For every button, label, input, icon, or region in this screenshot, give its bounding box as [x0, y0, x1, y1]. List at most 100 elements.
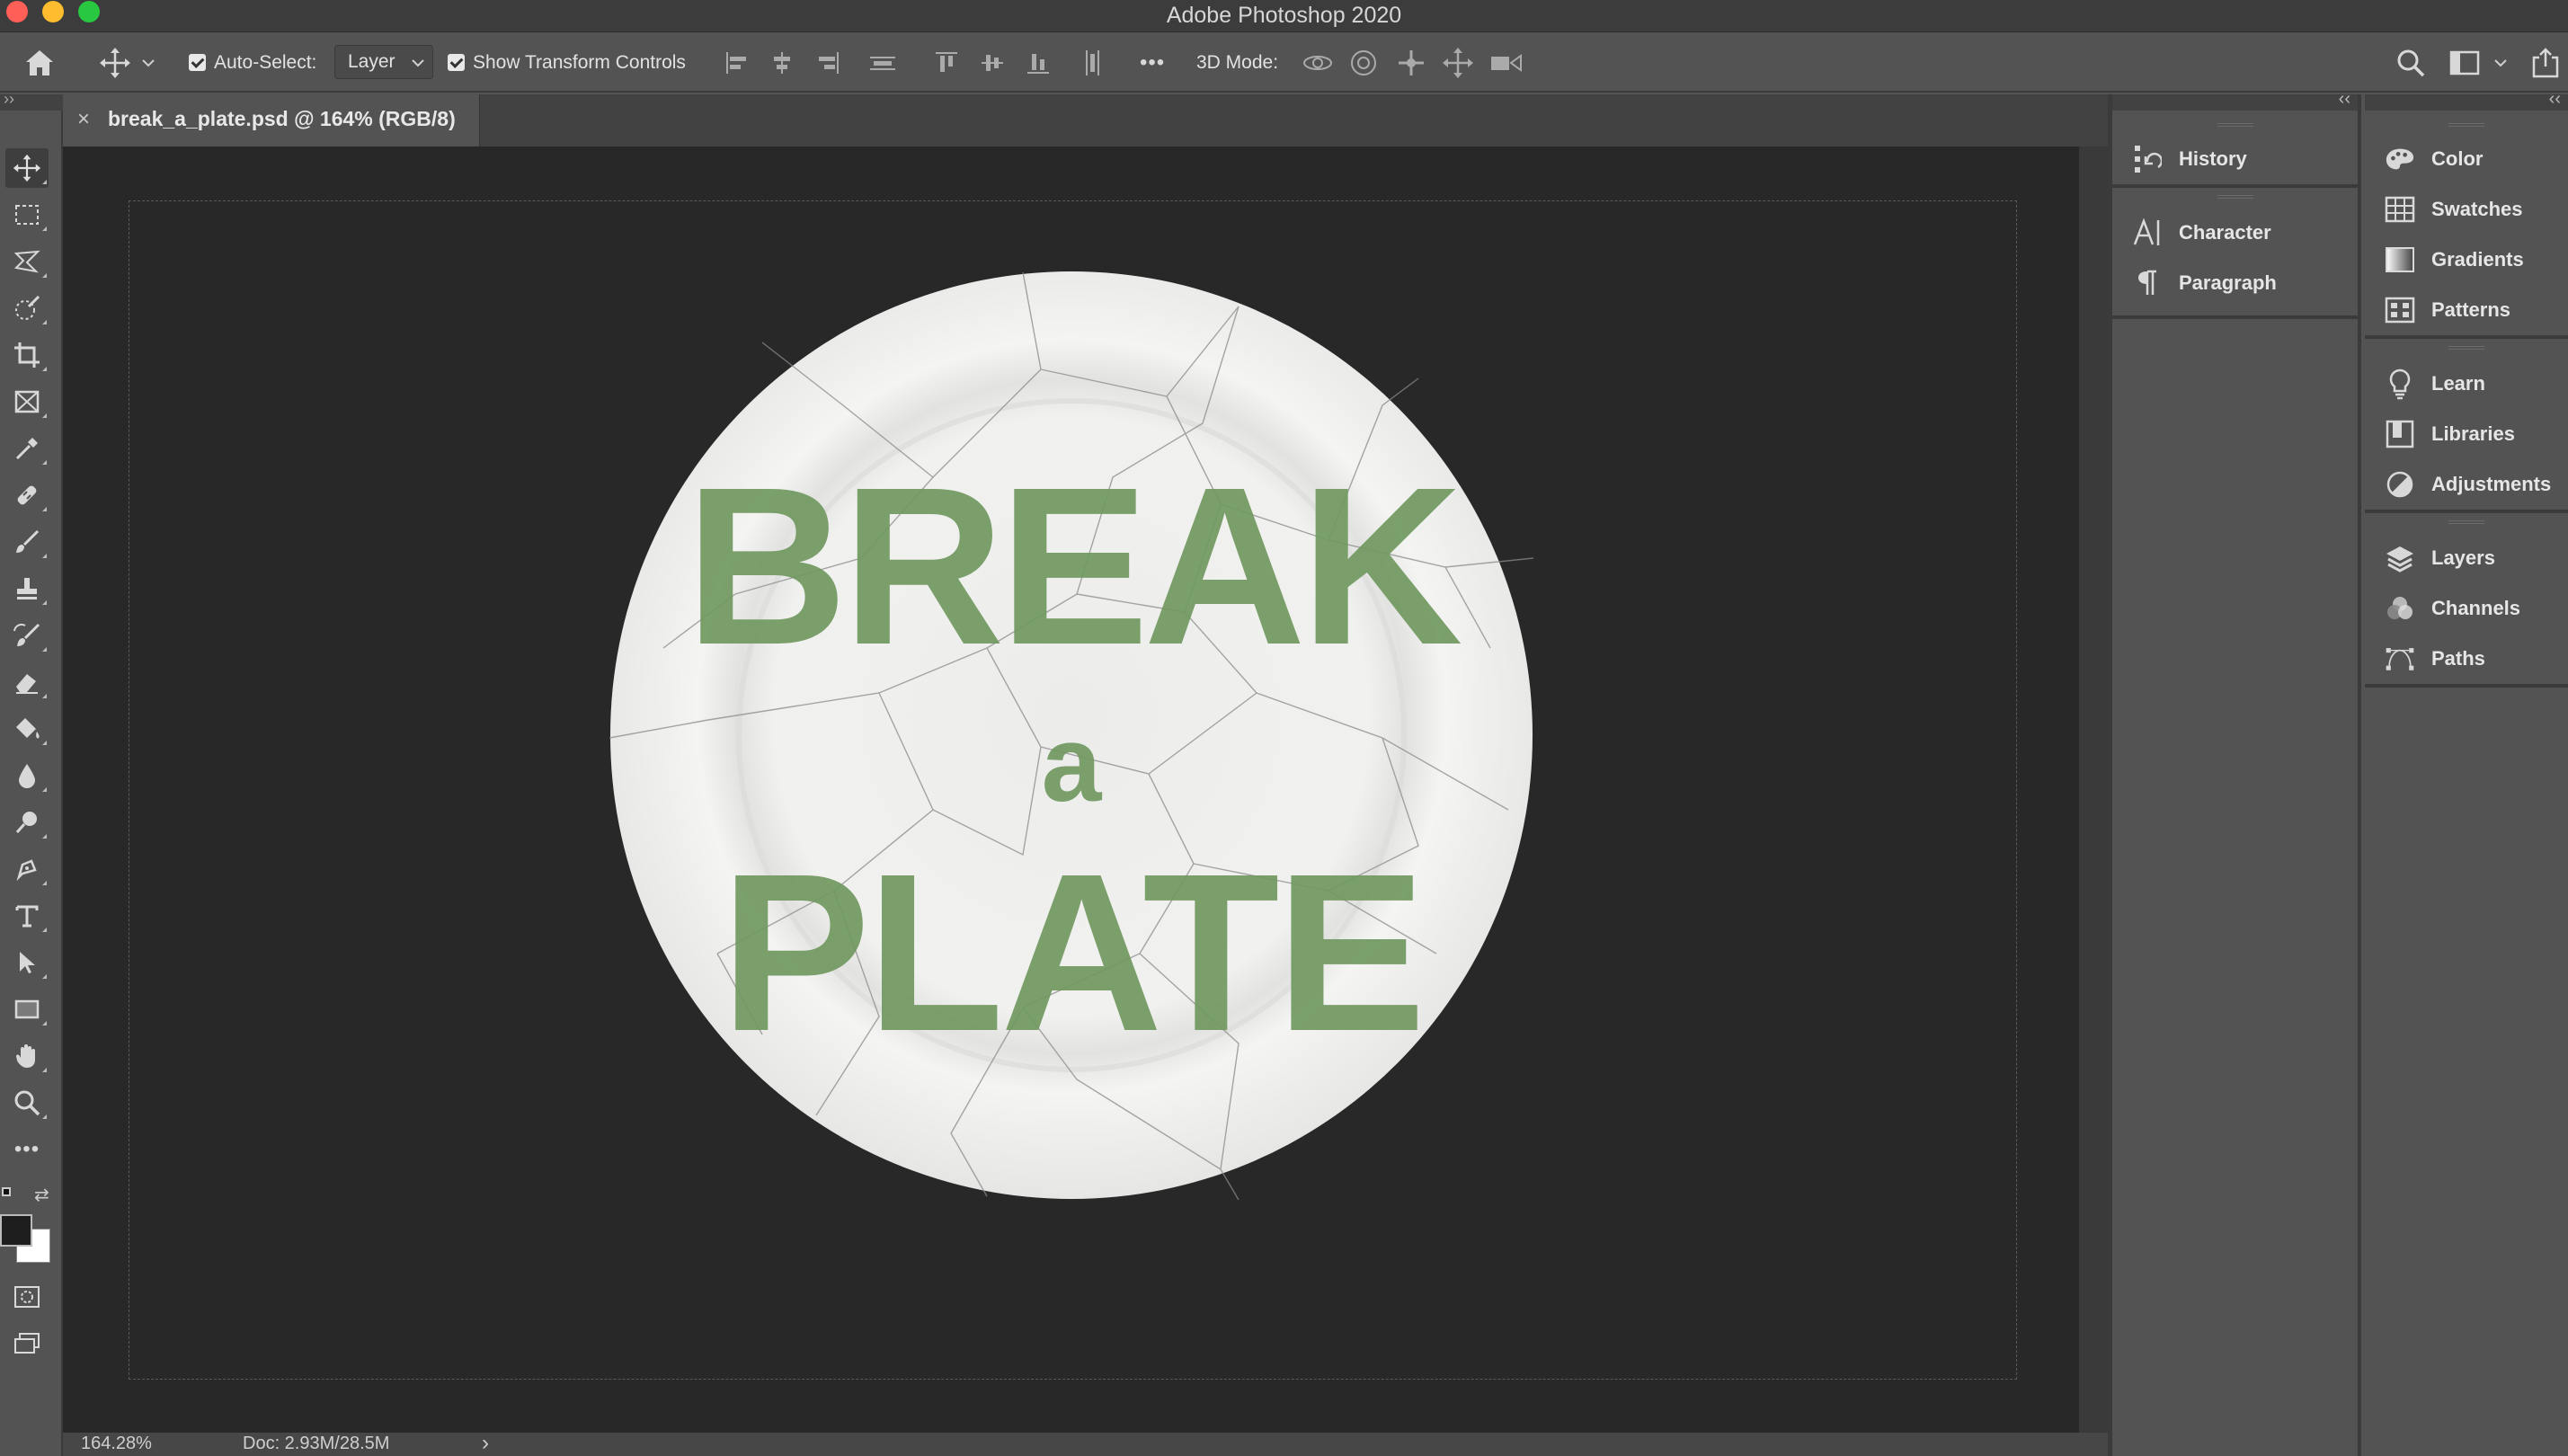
workspace-switcher-button[interactable] [2449, 32, 2509, 93]
crop-tool[interactable] [5, 335, 49, 375]
align-right-edges-button[interactable] [814, 32, 841, 93]
search-button[interactable] [2395, 32, 2426, 93]
expand-tools-icon[interactable]: ›› [4, 90, 14, 109]
panel-layers[interactable]: Layers [2365, 533, 2568, 583]
quick-mask-button[interactable] [5, 1277, 49, 1317]
align-bottom-edges-button[interactable] [1025, 32, 1052, 93]
brush-tool[interactable] [5, 522, 49, 562]
eraser-tool[interactable] [5, 662, 49, 702]
pen-tool[interactable] [5, 849, 49, 889]
panel-color[interactable]: Color [2365, 134, 2568, 184]
show-transform-controls-checkbox[interactable]: Show Transform Controls [448, 32, 686, 93]
dodge-tool[interactable] [5, 803, 49, 842]
move-tool[interactable] [5, 148, 49, 188]
plate-text-a: a [1041, 704, 1102, 824]
panel-swatches[interactable]: Swatches [2365, 184, 2568, 235]
panel-grip[interactable] [2448, 123, 2484, 127]
auto-select-target-dropdown[interactable]: Layer [334, 45, 433, 79]
document-tab[interactable]: × break_a_plate.psd @ 164% (RGB/8) [63, 94, 480, 146]
zoom-tool[interactable] [5, 1083, 49, 1123]
show-transform-check-icon [448, 54, 465, 71]
panel-adjustments[interactable]: Adjustments [2365, 459, 2568, 510]
panel-history-label: History [2179, 147, 2247, 170]
panel-patterns[interactable]: Patterns [2365, 285, 2568, 335]
hand-tool[interactable] [5, 1036, 49, 1076]
move-tool-icon [100, 47, 130, 78]
blur-tool-icon [19, 764, 35, 788]
3d-scale-button[interactable] [1488, 32, 1524, 93]
foreground-color-swatch[interactable] [0, 1214, 32, 1247]
default-colors-icon[interactable] [2, 1187, 11, 1196]
marquee-tool[interactable] [5, 195, 49, 235]
panel-gradients[interactable]: Gradients [2365, 235, 2568, 285]
paint-bucket-tool[interactable] [5, 709, 49, 749]
align-vertical-centers-button[interactable] [979, 32, 1006, 93]
align-horizontal-centers-button[interactable] [769, 32, 795, 93]
collapse-panels-icon[interactable]: ‹‹ [2339, 89, 2350, 110]
panel-paragraph-label: Paragraph [2179, 271, 2277, 294]
more-options-icon: ••• [1140, 49, 1166, 75]
panel-history[interactable]: History [2112, 134, 2358, 184]
distribute-horizontal-button[interactable] [1079, 32, 1106, 93]
panel-separator [2365, 510, 2568, 513]
distribute-vertical-button[interactable] [868, 32, 897, 93]
align-top-edges-button[interactable] [933, 32, 960, 93]
quick-selection-tool[interactable] [5, 289, 49, 328]
clone-stamp-tool[interactable] [5, 569, 49, 608]
panel-grip[interactable] [2217, 195, 2253, 199]
color-swatches: ⇄ [0, 1182, 54, 1272]
status-menu-arrow[interactable]: › [482, 1431, 489, 1456]
share-icon [2532, 47, 2559, 77]
healing-brush-tool[interactable] [5, 475, 49, 515]
panel-channels[interactable]: Channels [2365, 583, 2568, 634]
3d-roll-button[interactable] [1348, 32, 1379, 93]
3d-orbit-button[interactable] [1302, 32, 1334, 93]
panel-layers-label: Layers [2431, 546, 2495, 569]
panel-character[interactable]: Character [2112, 208, 2358, 258]
rectangle-tool-icon [14, 999, 40, 1019]
panel-paths[interactable]: Paths [2365, 634, 2568, 684]
align-bottom-icon [1027, 53, 1049, 74]
blur-tool[interactable] [5, 756, 49, 795]
channels-icon [2387, 597, 2412, 619]
rectangle-tool[interactable] [5, 990, 49, 1029]
align-left-edges-button[interactable] [724, 32, 751, 93]
share-button[interactable] [2530, 32, 2561, 93]
panel-learn[interactable]: Learn [2365, 359, 2568, 409]
window-title: Adobe Photoshop 2020 [1166, 3, 1402, 28]
lasso-tool[interactable] [5, 242, 49, 281]
panel-grip[interactable] [2448, 346, 2484, 350]
show-transform-label: Show Transform Controls [473, 51, 686, 73]
history-brush-tool[interactable] [5, 616, 49, 655]
panel-paragraph[interactable]: Paragraph [2112, 258, 2358, 308]
eyedropper-tool[interactable] [5, 429, 49, 468]
vertical-scrollbar[interactable] [2079, 146, 2108, 1433]
home-button[interactable] [23, 32, 56, 93]
3d-slide-button[interactable] [1442, 32, 1474, 93]
panel-dock-a-header: ‹‹ [2112, 89, 2358, 111]
screen-mode-button[interactable] [5, 1324, 49, 1363]
tools-panel-header: ›› [0, 90, 63, 111]
panel-libraries[interactable]: Libraries [2365, 409, 2568, 459]
align-right-icon [819, 51, 839, 74]
3d-pan-icon [1399, 49, 1424, 75]
panel-grip[interactable] [2217, 123, 2253, 127]
panel-channels-label: Channels [2431, 597, 2521, 619]
auto-select-checkbox[interactable]: Auto-Select: [189, 32, 316, 93]
collapse-panels-icon[interactable]: ‹‹ [2549, 89, 2561, 110]
move-tool-preset[interactable] [99, 32, 156, 93]
3d-pan-button[interactable] [1396, 32, 1426, 93]
frame-tool[interactable] [5, 382, 49, 422]
align-middle-icon [982, 54, 1003, 71]
zoom-level[interactable]: 164.28% [81, 1434, 152, 1454]
panel-dock-b-header: ‹‹ [2365, 89, 2568, 111]
document-tab-title: break_a_plate.psd @ 164% (RGB/8) [108, 107, 456, 130]
paragraph-icon [2138, 270, 2156, 295]
panel-grip[interactable] [2448, 520, 2484, 524]
swap-colors-icon[interactable]: ⇄ [34, 1184, 49, 1206]
type-tool[interactable] [5, 896, 49, 936]
more-options-button[interactable]: ••• [1140, 32, 1165, 93]
path-selection-tool[interactable] [5, 943, 49, 982]
edit-toolbar-button[interactable]: ••• [5, 1130, 49, 1169]
close-document-icon[interactable]: × [77, 107, 90, 132]
